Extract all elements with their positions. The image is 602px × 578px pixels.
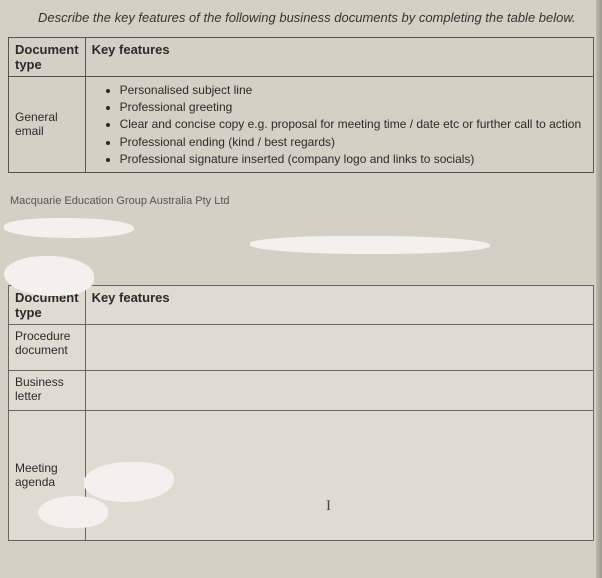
feature-item: Professional signature inserted (company… bbox=[120, 151, 587, 167]
t2-row-features[interactable] bbox=[85, 370, 593, 410]
t2-row-doctype: Business letter bbox=[9, 370, 86, 410]
footer-org: Macquarie Education Group Australia Pty … bbox=[10, 195, 594, 207]
t2-row-doctype: Procedure document bbox=[9, 324, 86, 370]
feature-item: Professional ending (kind / best regards… bbox=[120, 134, 587, 150]
whiteout-mark bbox=[250, 236, 490, 254]
feature-item: Clear and concise copy e.g. proposal for… bbox=[120, 116, 587, 132]
feature-item: Professional greeting bbox=[120, 99, 587, 115]
feature-item: Personalised subject line bbox=[120, 82, 587, 98]
table-general-email: Document type Key features General email… bbox=[8, 37, 594, 173]
t1-header-doctype: Document type bbox=[9, 38, 86, 77]
whiteout-mark bbox=[4, 218, 134, 238]
feature-list: Personalised subject line Professional g… bbox=[92, 82, 587, 167]
t1-row-features: Personalised subject line Professional g… bbox=[85, 77, 593, 173]
whiteout-mark bbox=[38, 496, 108, 528]
instruction-text: Describe the key features of the followi… bbox=[8, 10, 594, 25]
text-cursor-icon: I bbox=[326, 498, 331, 515]
t2-row-features[interactable] bbox=[85, 324, 593, 370]
t2-header-features: Key features bbox=[85, 285, 593, 324]
t1-row-doctype: General email bbox=[9, 77, 86, 173]
t1-header-features: Key features bbox=[85, 38, 593, 77]
page-edge-shadow bbox=[596, 0, 602, 578]
